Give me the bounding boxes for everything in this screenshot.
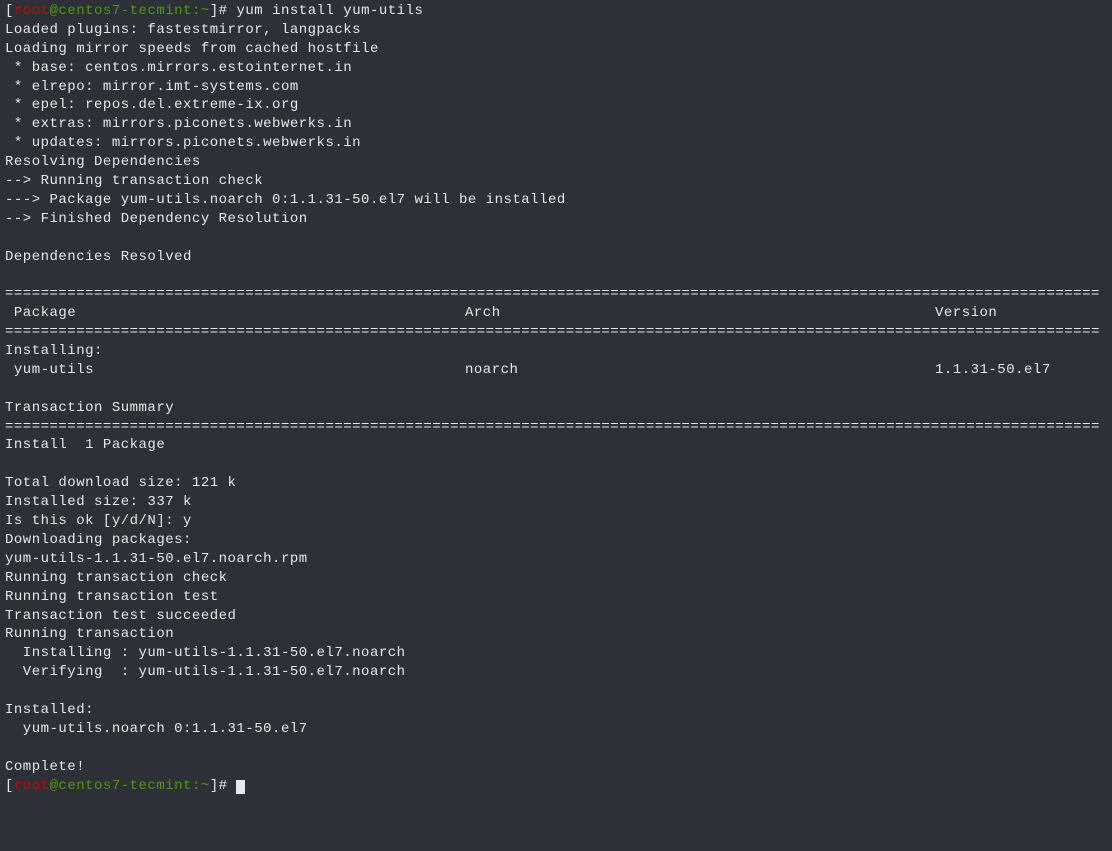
prompt-user: root xyxy=(14,3,50,19)
output-line: Resolving Dependencies xyxy=(5,153,1107,172)
complete-line: Complete! xyxy=(5,758,1107,777)
cursor-icon xyxy=(236,780,245,794)
command-text: yum install yum-utils xyxy=(228,3,424,19)
confirm-prompt: Is this ok [y/d/N]: y xyxy=(5,512,1107,531)
blank-line xyxy=(5,455,1107,474)
output-line: --> Finished Dependency Resolution xyxy=(5,210,1107,229)
installed-pkg: yum-utils.noarch 0:1.1.31-50.el7 xyxy=(5,720,1107,739)
header-package: Package xyxy=(5,304,465,323)
separator-line: ========================================… xyxy=(5,418,1107,437)
verifying-pkg: Verifying : yum-utils-1.1.31-50.el7.noar… xyxy=(5,663,1107,682)
download-size: Total download size: 121 k xyxy=(5,474,1107,493)
running-transaction: Running transaction xyxy=(5,625,1107,644)
output-line: --> Running transaction check xyxy=(5,172,1107,191)
rpm-line: yum-utils-1.1.31-50.el7.noarch.rpm xyxy=(5,550,1107,569)
blank-line xyxy=(5,266,1107,285)
output-line: Loading mirror speeds from cached hostfi… xyxy=(5,40,1107,59)
command-text xyxy=(228,778,237,794)
prompt-host: centos7-tecmint xyxy=(58,3,192,19)
table-header-row: Package Arch Version xyxy=(5,304,1107,323)
header-arch: Arch xyxy=(465,304,935,323)
bracket-close: ]# xyxy=(210,3,228,19)
test-succeeded: Transaction test succeeded xyxy=(5,607,1107,626)
separator-line: ========================================… xyxy=(5,323,1107,342)
output-line: ---> Package yum-utils.noarch 0:1.1.31-5… xyxy=(5,191,1107,210)
bracket-open: [ xyxy=(5,778,14,794)
bracket-open: [ xyxy=(5,3,14,19)
blank-line xyxy=(5,739,1107,758)
terminal-prompt-line[interactable]: [root@centos7-tecmint:~]# yum install yu… xyxy=(5,2,1107,21)
terminal-prompt-line[interactable]: [root@centos7-tecmint:~]# xyxy=(5,777,1107,796)
prompt-path: :~ xyxy=(192,778,210,794)
downloading-line: Downloading packages: xyxy=(5,531,1107,550)
blank-line xyxy=(5,229,1107,248)
installed-header: Installed: xyxy=(5,701,1107,720)
installed-size: Installed size: 337 k xyxy=(5,493,1107,512)
separator-line: ========================================… xyxy=(5,285,1107,304)
output-line: Loaded plugins: fastestmirror, langpacks xyxy=(5,21,1107,40)
bracket-close: ]# xyxy=(210,778,228,794)
prompt-host: centos7-tecmint xyxy=(58,778,192,794)
cell-package: yum-utils xyxy=(5,361,465,380)
prompt-path: :~ xyxy=(192,3,210,19)
running-test: Running transaction test xyxy=(5,588,1107,607)
output-line: * epel: repos.del.extreme-ix.org xyxy=(5,96,1107,115)
installing-pkg: Installing : yum-utils-1.1.31-50.el7.noa… xyxy=(5,644,1107,663)
installing-header: Installing: xyxy=(5,342,1107,361)
running-check: Running transaction check xyxy=(5,569,1107,588)
header-version: Version xyxy=(935,304,1107,323)
table-row: yum-utils noarch 1.1.31-50.el7 xyxy=(5,361,1107,380)
output-line: * base: centos.mirrors.estointernet.in xyxy=(5,59,1107,78)
cell-version: 1.1.31-50.el7 xyxy=(935,361,1107,380)
blank-line xyxy=(5,380,1107,399)
cell-arch: noarch xyxy=(465,361,935,380)
prompt-user: root xyxy=(14,778,50,794)
install-count: Install 1 Package xyxy=(5,436,1107,455)
output-line: * updates: mirrors.piconets.webwerks.in xyxy=(5,134,1107,153)
output-line: * extras: mirrors.piconets.webwerks.in xyxy=(5,115,1107,134)
output-line: Dependencies Resolved xyxy=(5,248,1107,267)
transaction-summary: Transaction Summary xyxy=(5,399,1107,418)
blank-line xyxy=(5,682,1107,701)
output-line: * elrepo: mirror.imt-systems.com xyxy=(5,78,1107,97)
